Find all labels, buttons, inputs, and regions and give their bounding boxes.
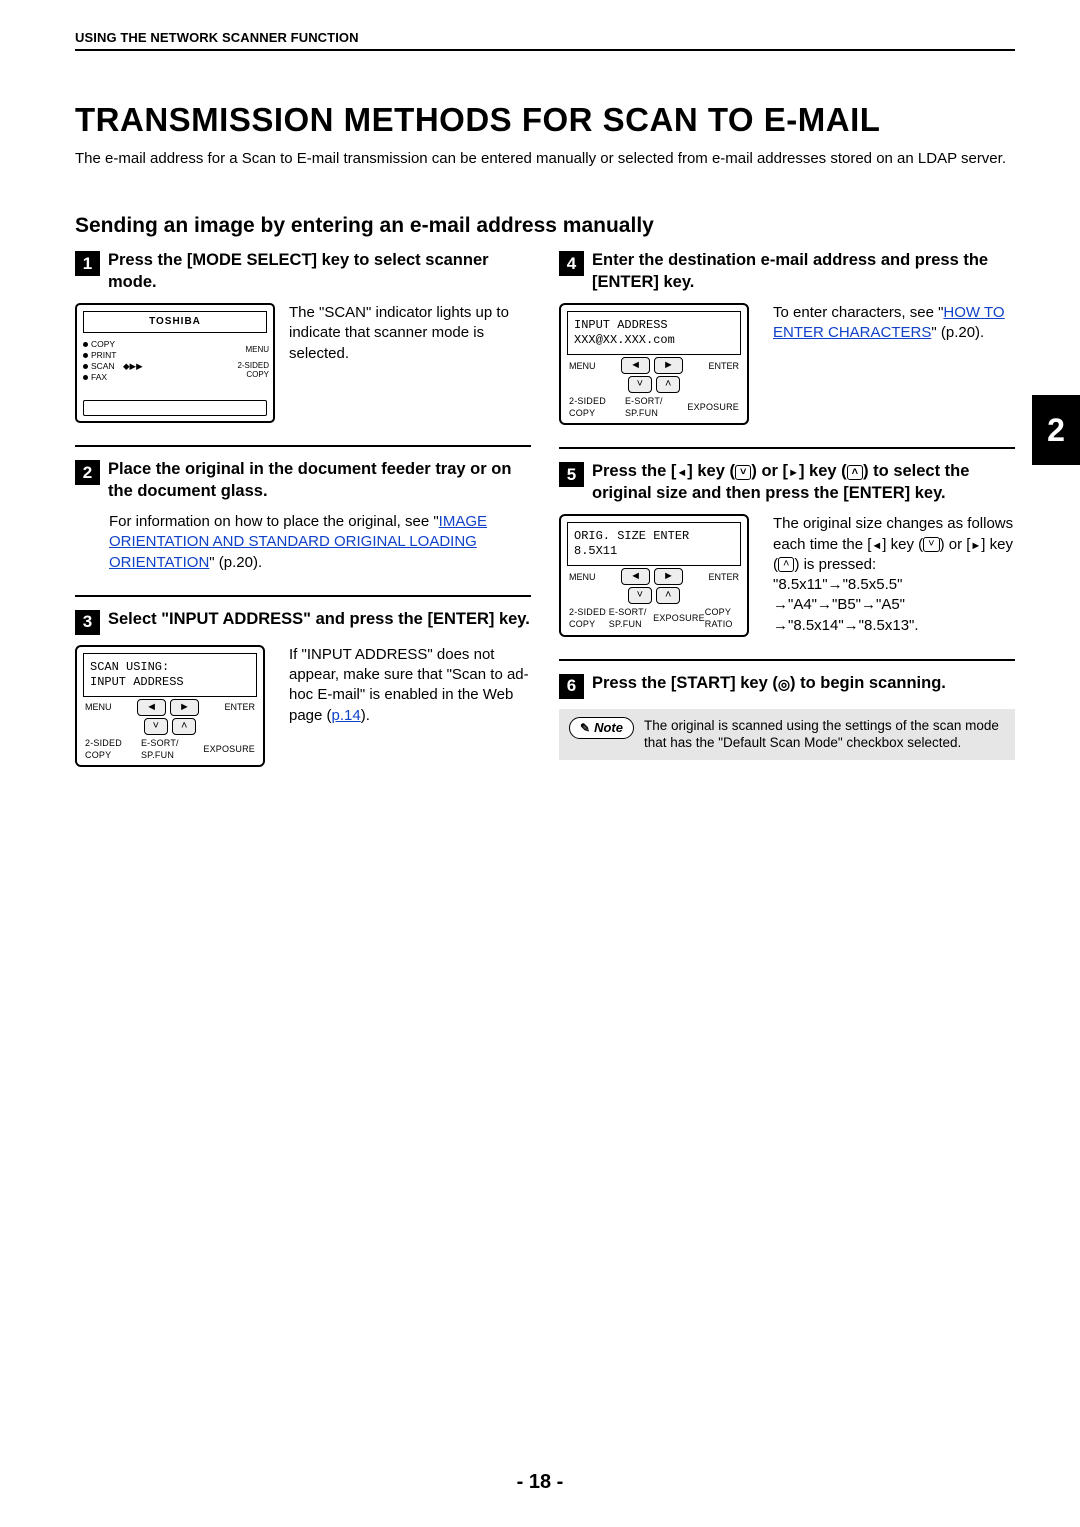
right-arrow-icon: [788, 462, 799, 480]
up-key-icon: [847, 465, 863, 480]
step-3: 3 Select "INPUT ADDRESS" and press the […: [75, 609, 531, 767]
printer-panel-diagram: TOSHIBA COPY PRINT SCAN ◆▶▶ FAX MENU 2-S…: [75, 303, 275, 423]
right-arrow-icon: [970, 536, 981, 553]
left-key-icon: [621, 357, 650, 374]
start-key-icon: [778, 674, 790, 692]
step-2: 2 Place the original in the document fee…: [75, 459, 531, 573]
left-key-icon: [621, 568, 650, 585]
down-key-icon: [628, 587, 652, 604]
step-body-text: For information on how to place the orig…: [109, 513, 439, 530]
note-chip: Note: [569, 717, 634, 740]
chapter-tab: 2: [1032, 395, 1080, 465]
mode-copy: COPY: [91, 339, 115, 350]
right-key-icon: [654, 357, 683, 374]
lcd-line-1: INPUT ADDRESS: [574, 318, 668, 332]
xref-p14[interactable]: p.14: [332, 707, 361, 724]
header-rule: [75, 49, 1015, 51]
step-heading: Press the [START] key () to begin scanni…: [592, 673, 1015, 694]
left-key-icon: [137, 699, 166, 716]
lcd-label-esort: E-SORT/ SP.FUN: [141, 737, 203, 761]
lcd-label-enter: ENTER: [708, 360, 739, 372]
right-key-icon: [170, 699, 199, 716]
step-heading: Press the [] key () or [] key () to sele…: [592, 461, 1015, 504]
lcd-panel: SCAN USING: INPUT ADDRESS MENU ENTER: [75, 645, 265, 767]
right-key-icon: [654, 568, 683, 585]
step-body-text: To enter characters, see ": [773, 304, 943, 321]
down-key-icon: [735, 465, 751, 480]
down-key-icon: [628, 376, 652, 393]
lcd-line-2: XXX@XX.XXX.com: [574, 333, 675, 347]
lcd-label-esort: E-SORT/ SP.FUN: [625, 395, 687, 419]
lcd-label-menu: MENU: [569, 571, 596, 583]
note-body: The original is scanned using the settin…: [644, 717, 1005, 752]
brand-label: TOSHIBA: [83, 311, 267, 333]
step-6: 6 Press the [START] key () to begin scan…: [559, 673, 1015, 760]
step-number: 2: [75, 460, 100, 485]
note-box: Note The original is scanned using the s…: [559, 709, 1015, 760]
step-number: 6: [559, 674, 584, 699]
step-heading: Place the original in the document feede…: [108, 459, 531, 502]
left-arrow-icon: [871, 536, 882, 553]
lcd-label-2sided: 2-SIDED COPY: [85, 737, 141, 761]
step-4: 4 Enter the destination e-mail address a…: [559, 250, 1015, 425]
scan-indicator-icon: ◆▶▶: [123, 361, 143, 372]
down-key-icon: [923, 537, 939, 552]
lcd-label-enter: ENTER: [224, 701, 255, 713]
lcd-label-esort: E-SORT/ SP.FUN: [609, 606, 653, 630]
step-heading: Select "INPUT ADDRESS" and press the [EN…: [108, 609, 531, 630]
intro-paragraph: The e-mail address for a Scan to E-mail …: [75, 149, 1015, 169]
lcd-label-2sided: 2-SIDED COPY: [569, 606, 609, 630]
step-heading: Press the [MODE SELECT] key to select sc…: [108, 250, 531, 293]
lcd-label-copyratio: COPY RATIO: [705, 606, 739, 630]
lcd-label-menu: MENU: [85, 701, 112, 713]
lcd-label-enter: ENTER: [708, 571, 739, 583]
pen-icon: [580, 720, 590, 737]
step-number: 5: [559, 462, 584, 487]
down-key-icon: [144, 718, 168, 735]
page-title: TRANSMISSION METHODS FOR SCAN TO E-MAIL: [75, 101, 1015, 139]
step-number: 3: [75, 610, 100, 635]
step-number: 1: [75, 251, 100, 276]
step-heading: Enter the destination e-mail address and…: [592, 250, 1015, 293]
lcd-panel: INPUT ADDRESS XXX@XX.XXX.com MENU ENTER: [559, 303, 749, 425]
size-sequence: "8.5x11"→"8.5x5.5" →"A4"→"B5"→"A5" →"8.5…: [773, 576, 919, 634]
panel-label-menu: MENU: [237, 345, 269, 355]
lcd-line-1: SCAN USING:: [90, 660, 169, 674]
lcd-label-exposure: EXPOSURE: [687, 401, 739, 413]
lcd-line-1: ORIG. SIZE ENTER: [574, 529, 689, 543]
step-number: 4: [559, 251, 584, 276]
step-5: 5 Press the [] key () or [] key () to se…: [559, 461, 1015, 636]
panel-label-copy: COPY: [237, 370, 269, 380]
lcd-panel: ORIG. SIZE ENTER 8.5X11 MENU ENTER: [559, 514, 749, 636]
section-subtitle: Sending an image by entering an e-mail a…: [75, 214, 1015, 238]
running-head: USING THE NETWORK SCANNER FUNCTION: [75, 30, 1015, 45]
mode-scan: SCAN: [91, 361, 115, 372]
left-arrow-icon: [676, 462, 687, 480]
up-key-icon: [172, 718, 196, 735]
step-body-text: If "INPUT ADDRESS" does not appear, make…: [289, 646, 529, 724]
lcd-line-2: 8.5X11: [574, 544, 617, 558]
mode-fax: FAX: [91, 372, 107, 383]
lcd-label-2sided: 2-SIDED COPY: [569, 395, 625, 419]
lcd-line-2: INPUT ADDRESS: [90, 675, 184, 689]
lcd-label-exposure: EXPOSURE: [653, 612, 705, 624]
lcd-label-exposure: EXPOSURE: [203, 743, 255, 755]
lcd-label-menu: MENU: [569, 360, 596, 372]
page-number: - 18 -: [0, 1471, 1080, 1494]
up-key-icon: [656, 376, 680, 393]
panel-label-2sided: 2-SIDED: [237, 361, 269, 371]
up-key-icon: [656, 587, 680, 604]
step-1: 1 Press the [MODE SELECT] key to select …: [75, 250, 531, 423]
mode-print: PRINT: [91, 350, 117, 361]
up-key-icon: [778, 557, 794, 572]
step-body-text: The "SCAN" indicator lights up to indica…: [289, 303, 531, 423]
